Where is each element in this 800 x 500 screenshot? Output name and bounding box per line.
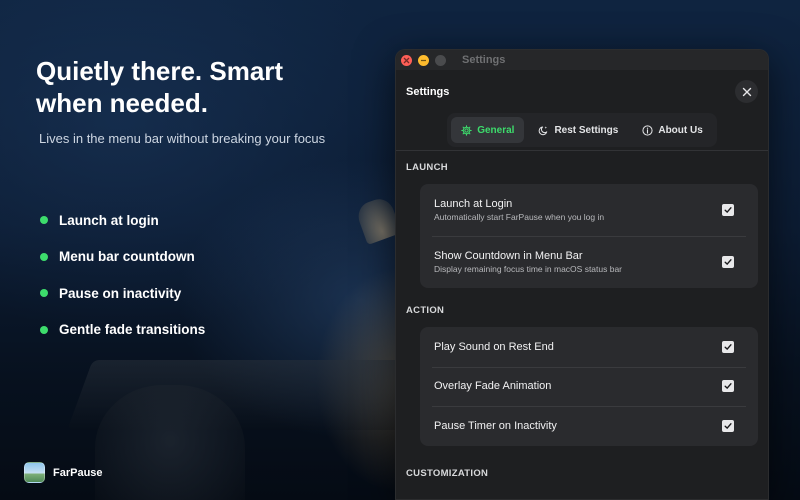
tab-general[interactable]: General xyxy=(451,117,525,143)
feature-item: Menu bar countdown xyxy=(40,239,205,276)
setting-row-show-countdown: Show Countdown in Menu Bar Display remai… xyxy=(420,236,758,288)
moon-icon xyxy=(539,125,548,135)
setting-title: Launch at Login xyxy=(434,198,513,210)
close-icon xyxy=(403,57,410,63)
close-window-button[interactable] xyxy=(401,54,412,66)
bullet-dot-icon xyxy=(40,289,48,298)
setting-title: Play Sound on Rest End xyxy=(434,340,554,353)
hero-title: Quietly there. Smart when needed. xyxy=(36,56,284,118)
close-settings-button[interactable] xyxy=(735,80,758,103)
setting-row-play-sound: Play Sound on Rest End xyxy=(420,327,758,367)
setting-title: Show Countdown in Menu Bar xyxy=(434,250,583,262)
section-label-customization: CUSTOMIZATION xyxy=(406,467,489,479)
checkmark-icon xyxy=(724,383,732,390)
bullet-dot-icon xyxy=(40,216,48,225)
minimize-window-button[interactable] xyxy=(418,54,429,66)
section-label-launch: LAUNCH xyxy=(406,162,448,173)
window-title: Settings xyxy=(462,54,506,66)
setting-description: Display remaining focus time in macOS st… xyxy=(434,264,623,274)
bullet-dot-icon xyxy=(40,325,48,334)
checkmark-icon xyxy=(724,422,732,429)
info-icon xyxy=(642,124,653,136)
settings-content: LAUNCH Launch at Login Automatically sta… xyxy=(396,162,768,479)
checkmark-icon xyxy=(724,207,732,213)
app-logo-icon xyxy=(24,462,45,483)
brand-name: FarPause xyxy=(53,466,103,479)
tab-bar: General Rest Settings About Us xyxy=(447,113,717,147)
feature-item: Gentle fade transitions xyxy=(40,312,205,349)
setting-description: Automatically start FarPause when you lo… xyxy=(434,212,605,222)
feature-list: Launch at login Menu bar countdown Pause… xyxy=(40,202,205,348)
hero-subtitle: Lives in the menu bar without breaking y… xyxy=(39,131,326,146)
feature-item: Pause on inactivity xyxy=(40,275,205,312)
tab-bar-wrap: General Rest Settings About Us xyxy=(396,113,768,147)
setting-title: Overlay Fade Animation xyxy=(434,380,552,393)
bullet-dot-icon xyxy=(40,252,48,261)
gear-icon xyxy=(461,124,472,136)
minimize-icon xyxy=(421,59,426,61)
section-label-action: ACTION xyxy=(406,305,445,316)
setting-row-launch-at-login: Launch at Login Automatically start FarP… xyxy=(420,184,758,236)
background-chair xyxy=(95,385,245,500)
zoom-window-button[interactable] xyxy=(435,54,446,66)
hero: Quietly there. Smart when needed. Lives … xyxy=(36,55,325,146)
setting-title: Pause Timer on Inactivity xyxy=(434,419,557,432)
launch-card: Launch at Login Automatically start FarP… xyxy=(420,184,758,288)
brand: FarPause xyxy=(24,462,103,483)
overlay-fade-checkbox[interactable] xyxy=(722,380,734,393)
settings-header: Settings xyxy=(396,70,768,113)
launch-at-login-checkbox[interactable] xyxy=(722,204,734,216)
checkmark-icon xyxy=(724,343,732,350)
header-divider xyxy=(396,150,768,151)
setting-row-pause-timer: Pause Timer on Inactivity xyxy=(420,406,758,446)
show-countdown-checkbox[interactable] xyxy=(722,256,734,268)
feature-item: Launch at login xyxy=(40,202,205,239)
tab-about-us[interactable]: About Us xyxy=(632,117,712,143)
settings-window: Settings Settings General Rest Settings … xyxy=(395,49,769,500)
close-icon xyxy=(742,87,751,96)
checkmark-icon xyxy=(724,259,732,265)
tab-rest-settings[interactable]: Rest Settings xyxy=(528,117,628,143)
page-title: Settings xyxy=(406,85,450,98)
pause-timer-checkbox[interactable] xyxy=(722,419,734,432)
play-sound-checkbox[interactable] xyxy=(722,340,734,353)
window-titlebar[interactable]: Settings xyxy=(396,50,768,70)
action-card: Play Sound on Rest End Overlay Fade Anim… xyxy=(420,327,758,446)
setting-row-overlay-fade: Overlay Fade Animation xyxy=(420,366,758,407)
